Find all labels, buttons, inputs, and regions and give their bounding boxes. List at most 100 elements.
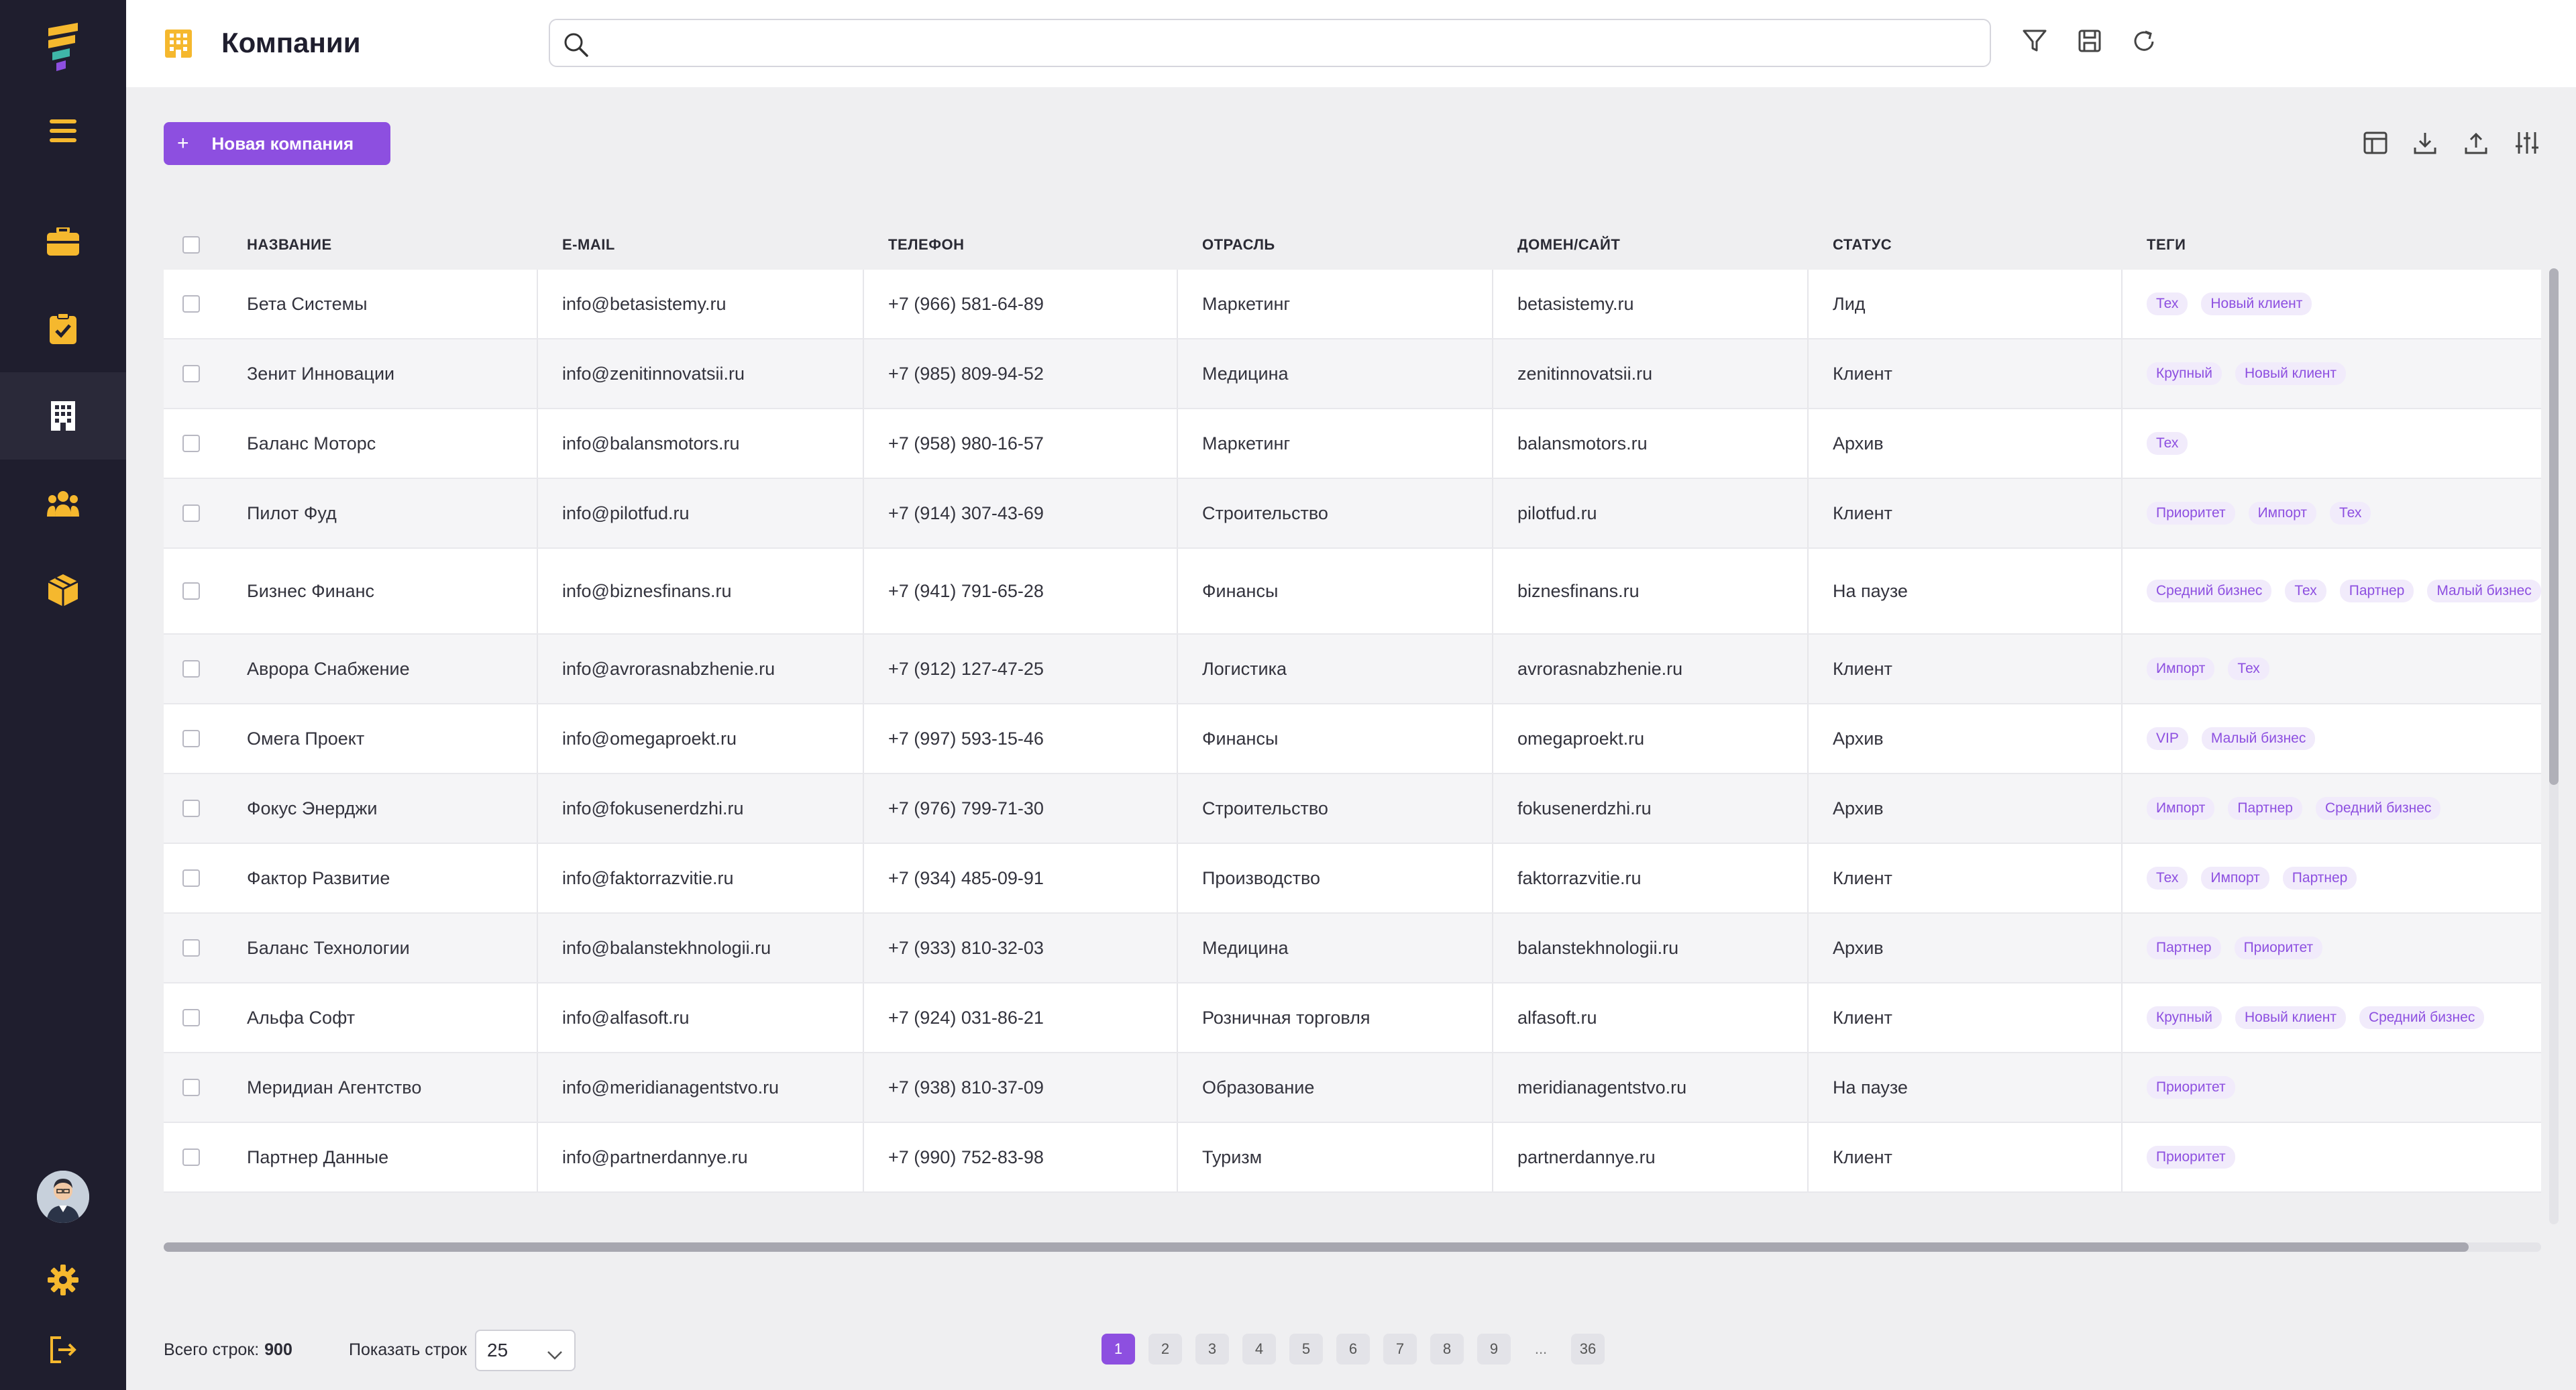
refresh-icon[interactable]	[2131, 28, 2157, 58]
table-row[interactable]: Меридиан Агентство info@meridianagentstvo…	[164, 1053, 2541, 1123]
row-checkbox[interactable]	[182, 365, 200, 382]
briefcase-icon[interactable]	[0, 211, 126, 272]
package-icon[interactable]	[0, 560, 126, 621]
settings-icon[interactable]	[0, 1253, 126, 1307]
table-row[interactable]: Баланс Моторс info@balansmotors.ru +7 (958…	[164, 409, 2541, 479]
tag-chip[interactable]: Средний бизнес	[2316, 797, 2441, 820]
tag-chip[interactable]: Партнер	[2282, 867, 2357, 890]
tag-chip[interactable]: Импорт	[2147, 657, 2215, 680]
search-input[interactable]	[597, 20, 1979, 66]
download-icon[interactable]	[2412, 130, 2438, 159]
tag-chip[interactable]: Крупный	[2147, 1006, 2222, 1029]
page-button[interactable]: 7	[1383, 1334, 1417, 1365]
row-checkbox[interactable]	[182, 1079, 200, 1096]
row-checkbox[interactable]	[182, 295, 200, 313]
page-button[interactable]: 6	[1336, 1334, 1370, 1365]
cell-domain[interactable]: avrorasnabzhenie.ru	[1517, 635, 1682, 703]
tag-chip[interactable]: Приоритет	[2234, 937, 2323, 959]
tag-chip[interactable]: Новый клиент	[2235, 362, 2346, 385]
page-button[interactable]: 5	[1289, 1334, 1323, 1365]
tag-chip[interactable]: Средний бизнес	[2147, 580, 2272, 602]
table-row[interactable]: Фокус Энерджи info@fokusenerdzhi.ru +7 (97…	[164, 774, 2541, 844]
cell-email[interactable]: info@omegaproekt.ru	[562, 704, 737, 773]
logout-icon[interactable]	[0, 1323, 126, 1377]
cell-email[interactable]: info@faktorrazvitie.ru	[562, 844, 734, 912]
tag-chip[interactable]: Новый клиент	[2235, 1006, 2346, 1029]
row-checkbox[interactable]	[182, 1148, 200, 1166]
cell-domain[interactable]: pilotfud.ru	[1517, 479, 1597, 547]
tag-chip[interactable]: Малый бизнес	[2427, 580, 2541, 602]
tag-chip[interactable]: Тех	[2147, 867, 2188, 890]
table-row[interactable]: Бизнес Финанс info@biznesfinans.ru +7 (941…	[164, 549, 2541, 635]
row-checkbox[interactable]	[182, 730, 200, 747]
cell-domain[interactable]: partnerdannye.ru	[1517, 1123, 1656, 1191]
cell-email[interactable]: info@avrorasnabzhenie.ru	[562, 635, 775, 703]
sidebar-item-companies[interactable]	[0, 372, 126, 460]
tag-chip[interactable]: VIP	[2147, 727, 2188, 750]
row-checkbox[interactable]	[182, 504, 200, 522]
sliders-icon[interactable]	[2514, 130, 2540, 159]
tag-chip[interactable]: Партнер	[2147, 937, 2221, 959]
cell-email[interactable]: info@zenitinnovatsii.ru	[562, 339, 745, 408]
column-header-tags[interactable]: ТЕГИ	[2147, 236, 2186, 254]
row-checkbox[interactable]	[182, 660, 200, 678]
tag-chip[interactable]: Тех	[2330, 502, 2371, 525]
tag-chip[interactable]: Тех	[2285, 580, 2326, 602]
cell-domain[interactable]: balanstekhnologii.ru	[1517, 914, 1678, 982]
row-checkbox[interactable]	[182, 582, 200, 600]
row-checkbox[interactable]	[182, 869, 200, 887]
tag-chip[interactable]: Приоритет	[2147, 502, 2235, 525]
upload-icon[interactable]	[2463, 130, 2489, 159]
select-all-checkbox[interactable]	[182, 236, 200, 254]
page-button[interactable]: 4	[1242, 1334, 1276, 1365]
row-checkbox[interactable]	[182, 800, 200, 817]
page-button[interactable]: 2	[1148, 1334, 1182, 1365]
column-header-industry[interactable]: ОТРАСЛЬ	[1202, 236, 1275, 254]
page-button[interactable]: 3	[1195, 1334, 1229, 1365]
horizontal-scroll-thumb[interactable]	[164, 1242, 2469, 1252]
column-header-status[interactable]: СТАТУС	[1833, 236, 1892, 254]
clipboard-check-icon[interactable]	[0, 299, 126, 359]
tag-chip[interactable]: Приоритет	[2147, 1076, 2235, 1099]
cell-email[interactable]: info@fokusenerdzhi.ru	[562, 774, 744, 843]
cell-domain[interactable]: biznesfinans.ru	[1517, 549, 1640, 633]
cell-email[interactable]: info@balansmotors.ru	[562, 409, 740, 478]
cell-email[interactable]: info@pilotfud.ru	[562, 479, 690, 547]
vertical-scrollbar[interactable]	[2549, 268, 2559, 1224]
tag-chip[interactable]: Тех	[2147, 432, 2188, 455]
table-row[interactable]: Омега Проект info@omegaproekt.ru +7 (997) …	[164, 704, 2541, 774]
table-row[interactable]: Альфа Софт info@alfasoft.ru +7 (924) 031-8…	[164, 983, 2541, 1053]
team-icon[interactable]	[0, 473, 126, 533]
tag-chip[interactable]: Партнер	[2339, 580, 2414, 602]
logo-icon[interactable]	[0, 13, 126, 81]
cell-email[interactable]: info@partnerdannye.ru	[562, 1123, 748, 1191]
cell-domain[interactable]: zenitinnovatsii.ru	[1517, 339, 1652, 408]
horizontal-scrollbar[interactable]	[164, 1242, 2541, 1252]
page-button[interactable]: 1	[1102, 1334, 1135, 1365]
tag-chip[interactable]: Приоритет	[2147, 1146, 2235, 1169]
row-checkbox[interactable]	[182, 435, 200, 452]
tag-chip[interactable]: Импорт	[2248, 502, 2316, 525]
table-row[interactable]: Зенит Инновации info@zenitinnovatsii.ru +7…	[164, 339, 2541, 409]
row-checkbox[interactable]	[182, 1009, 200, 1026]
layout-icon[interactable]	[2363, 130, 2388, 159]
page-button[interactable]: 36	[1571, 1334, 1605, 1365]
cell-domain[interactable]: balansmotors.ru	[1517, 409, 1648, 478]
cell-email[interactable]: info@balanstekhnologii.ru	[562, 914, 771, 982]
table-row[interactable]: Баланс Технологии info@balanstekhnologii.…	[164, 914, 2541, 983]
vertical-scroll-thumb[interactable]	[2549, 268, 2559, 785]
cell-email[interactable]: info@betasistemy.ru	[562, 270, 727, 338]
column-header-email[interactable]: E-MAIL	[562, 236, 615, 254]
cell-domain[interactable]: meridianagentstvo.ru	[1517, 1053, 1686, 1122]
cell-domain[interactable]: betasistemy.ru	[1517, 270, 1634, 338]
table-row[interactable]: Пилот Фуд info@pilotfud.ru +7 (914) 307-43…	[164, 479, 2541, 549]
tag-chip[interactable]: Партнер	[2228, 797, 2302, 820]
page-button[interactable]: 8	[1430, 1334, 1464, 1365]
table-row[interactable]: Бета Системы info@betasistemy.ru +7 (966) …	[164, 270, 2541, 339]
tag-chip[interactable]: Крупный	[2147, 362, 2222, 385]
cell-email[interactable]: info@meridianagentstvo.ru	[562, 1053, 779, 1122]
cell-domain[interactable]: alfasoft.ru	[1517, 983, 1597, 1052]
table-row[interactable]: Партнер Данные info@partnerdannye.ru +7 (9…	[164, 1123, 2541, 1193]
table-row[interactable]: Фактор Развитие info@faktorrazvitie.ru +7 …	[164, 844, 2541, 914]
tag-chip[interactable]: Средний бизнес	[2359, 1006, 2485, 1029]
